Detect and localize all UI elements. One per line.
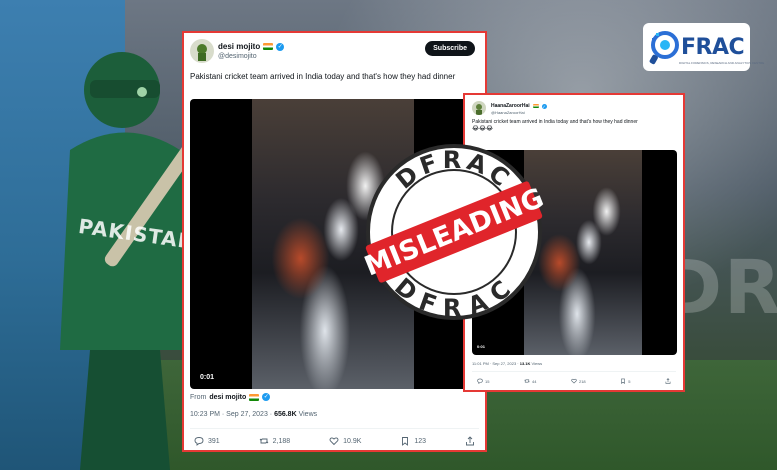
divider (190, 428, 479, 429)
share-button[interactable] (465, 436, 475, 446)
divider (472, 371, 676, 372)
logo-tagline: DIGITAL FORENSICS, RESEARCH AND ANALYTIC… (679, 61, 765, 65)
verified-badge-icon: ✓ (262, 393, 271, 401)
tweet-timestamp[interactable]: 11:01 PM · Sep 27, 2023 · (472, 361, 520, 366)
india-flag-icon (532, 104, 539, 108)
author-name[interactable]: HaanaZaroorHai (491, 103, 530, 109)
video-timecode: 0:01 (477, 344, 486, 349)
magnifier-d-icon (649, 31, 679, 65)
dfrac-logo: FRAC DIGITAL FORENSICS, RESEARCH AND ANA… (643, 23, 764, 71)
like-button[interactable]: 218 (571, 378, 586, 384)
repost-button[interactable]: 2,188 (259, 436, 291, 446)
repost-icon (524, 379, 530, 383)
reply-icon (194, 437, 204, 446)
tweet-timestamp[interactable]: 10:23 PM · Sep 27, 2023 · (190, 411, 274, 418)
bookmark-count: 123 (414, 437, 427, 445)
india-flag-icon (249, 393, 260, 401)
bookmark-button[interactable]: 5 (620, 378, 630, 384)
like-count: 218 (578, 378, 586, 384)
from-attribution: From desi mojito ✓ (190, 393, 271, 401)
tweet-text-line: Pakistani cricket team arrived in India … (472, 119, 638, 125)
tweet-text: Pakistani cricket team arrived in India … (190, 72, 456, 81)
author-handle[interactable]: @desimojito (218, 53, 257, 60)
avatar[interactable] (472, 101, 486, 115)
tweet-actions: 391 2,188 10.9K 123 (194, 436, 475, 446)
from-prefix: From (190, 393, 207, 401)
bookmark-icon (621, 378, 625, 384)
heart-icon (571, 378, 577, 384)
tweet-text: Pakistani cricket team arrived in India … (472, 119, 672, 133)
views-count: 656.8K (274, 411, 297, 418)
bookmark-icon (402, 437, 409, 446)
bookmark-count: 5 (628, 378, 631, 384)
share-button[interactable] (665, 378, 671, 384)
tweet-actions: 15 44 218 5 (477, 378, 671, 384)
tweet-meta: 11:01 PM · Sep 27, 2023 · 13.1K Views (472, 361, 542, 366)
reply-button[interactable]: 15 (477, 378, 489, 384)
misleading-stamp: DFRAC DFRAC MISLEADING (362, 144, 546, 322)
reply-count: 391 (208, 437, 220, 445)
reply-count: 15 (485, 378, 490, 384)
like-count: 10.9K (343, 437, 362, 445)
verified-badge-icon: ✓ (541, 103, 547, 109)
repost-count: 2,188 (272, 437, 291, 445)
views-count: 13.1K (519, 361, 531, 366)
tweet-meta: 10:23 PM · Sep 27, 2023 · 656.8K Views (190, 411, 317, 418)
india-flag-icon (263, 43, 274, 50)
views-label: Views (296, 411, 318, 418)
share-icon (466, 436, 474, 446)
views-label: Views (530, 361, 543, 366)
author-name-row[interactable]: desi mojito ✓ (218, 42, 285, 51)
video-timecode: 0:01 (200, 374, 215, 381)
logo-wordmark: FRAC (681, 34, 745, 60)
share-icon (665, 378, 671, 384)
author-name[interactable]: desi mojito (218, 42, 260, 51)
heart-icon (329, 437, 339, 446)
subscribe-button[interactable]: Subscribe (425, 41, 475, 56)
reply-button[interactable]: 391 (194, 436, 220, 446)
repost-count: 44 (531, 378, 537, 384)
repost-button[interactable]: 44 (524, 378, 536, 384)
bookmark-button[interactable]: 123 (400, 436, 426, 446)
from-name[interactable]: desi mojito (209, 394, 246, 401)
tweet-emojis: 😂😂😂 (472, 126, 494, 132)
verified-badge-icon: ✓ (276, 42, 285, 51)
reply-icon (477, 378, 483, 384)
author-name-row[interactable]: HaanaZaroorHai ✓ (491, 103, 547, 109)
avatar[interactable] (190, 39, 214, 63)
like-button[interactable]: 10.9K (329, 436, 361, 446)
repost-icon (259, 438, 268, 444)
author-handle[interactable]: @HaanaZaroorHai (491, 110, 525, 115)
